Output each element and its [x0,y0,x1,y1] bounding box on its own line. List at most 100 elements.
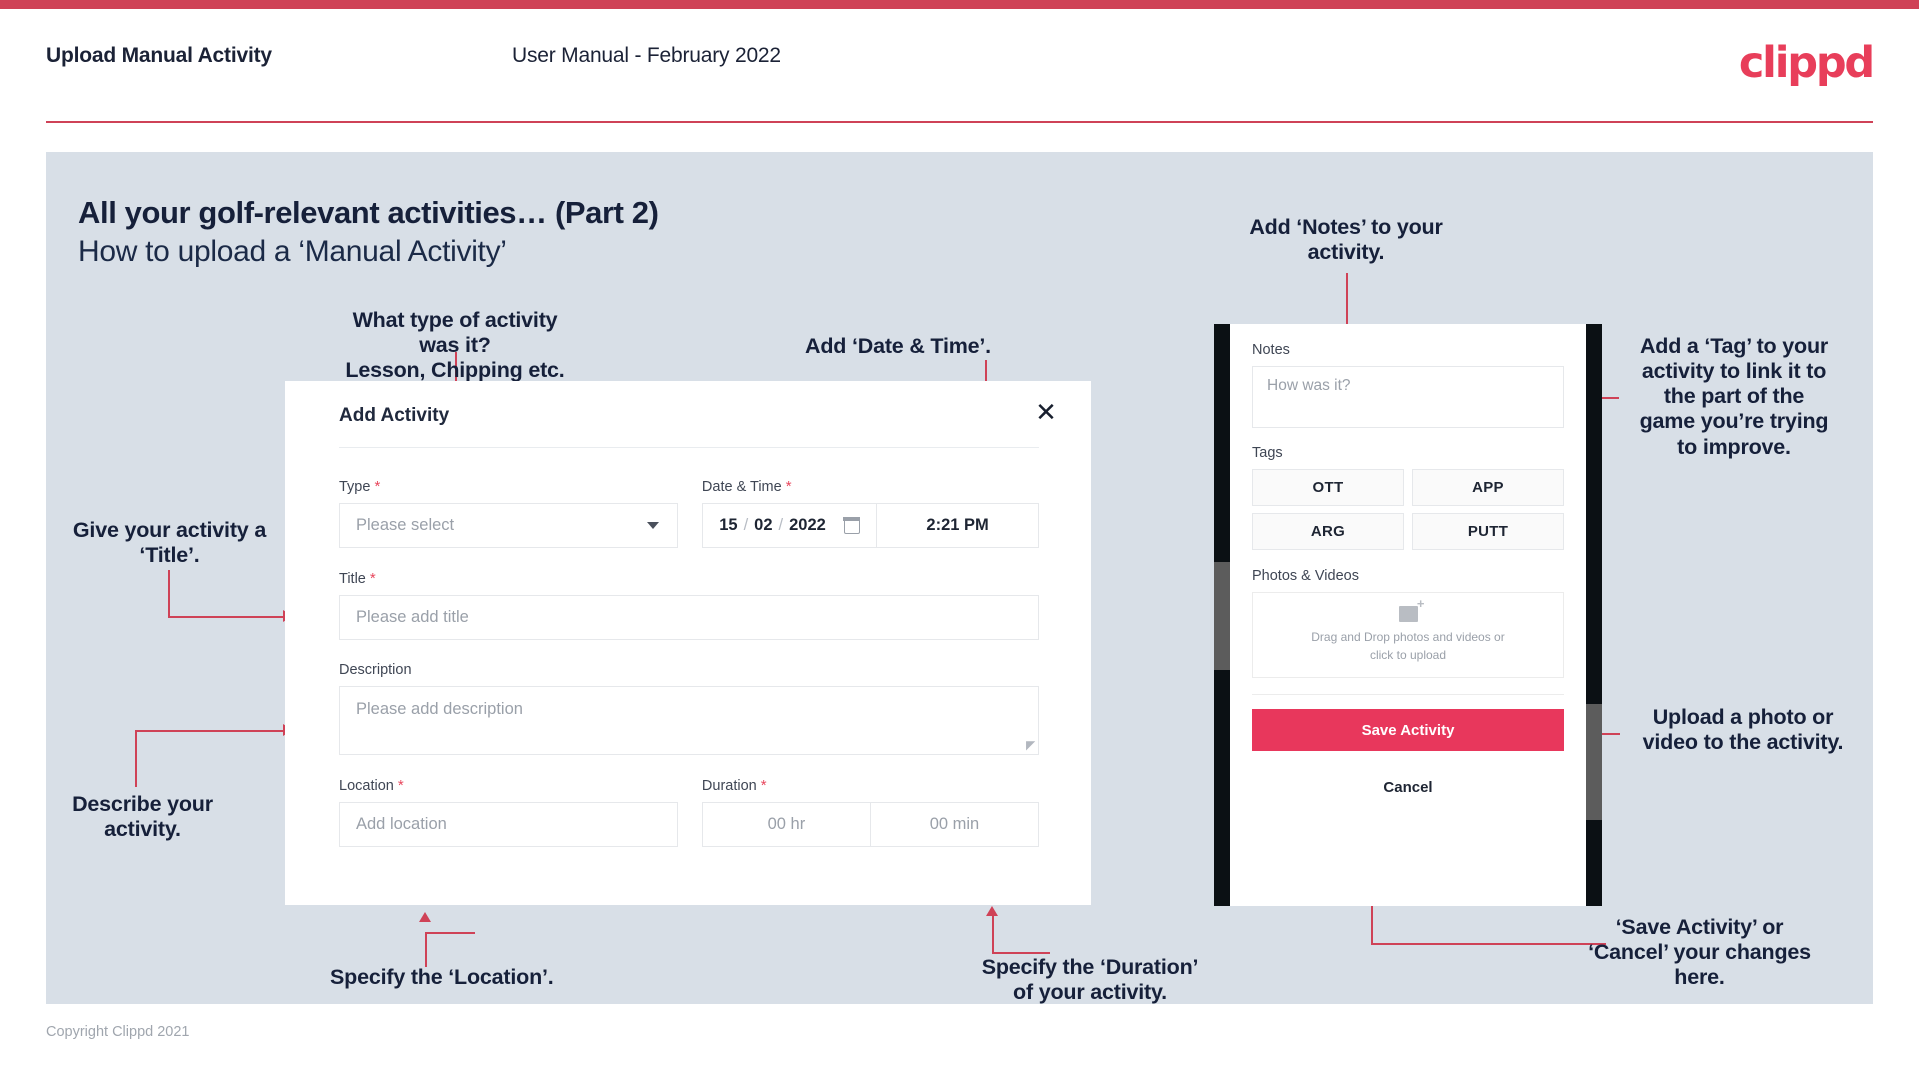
connector-location-seg2 [425,932,427,967]
modal-body: Type * Please select Date & Time * 15 / … [339,478,1039,847]
required-marker: * [369,570,376,587]
time-input[interactable]: 2:21 PM [877,504,1038,547]
connector-description-seg2 [135,730,285,732]
annotation-title: Give your activity a ‘Title’. [52,518,287,568]
field-description-label: Description [339,662,412,678]
annotation-save-line1: ‘Save Activity’ or [1615,915,1784,939]
annotation-notes-line2: activity. [1307,240,1385,265]
location-placeholder: Add location [356,815,447,833]
close-icon[interactable]: ✕ [1029,395,1063,429]
calendar-icon[interactable] [843,516,861,534]
tag-button-ott[interactable]: OTT [1252,469,1404,506]
field-description: Description Please add description ◥ [339,662,1039,755]
required-marker: * [760,777,767,794]
annotation-type-line1: What type of activity was it? [352,308,558,358]
annotation-save-line2: ‘Cancel’ your changes [1588,940,1811,965]
resize-handle-icon[interactable]: ◥ [1026,738,1035,752]
dropzone-text-line2: click to upload [1369,647,1447,662]
connector-duration-seg2 [992,916,994,954]
connector-duration-arrow [986,906,998,916]
tag-button-app[interactable]: APP [1412,469,1564,506]
connector-save-seg1 [1371,943,1606,945]
field-title-label: Title * [339,570,376,587]
duration-minutes-placeholder: 00 min [929,815,980,833]
document-subtitle: User Manual - February 2022 [512,44,781,67]
annotation-notes: Add ‘Notes’ to your activity. [1236,215,1456,265]
add-activity-modal: Add Activity ✕ Type * Please select Date… [285,381,1091,905]
annotation-notes-line1: Add ‘Notes’ to your [1249,215,1443,239]
type-select[interactable]: Please select [339,503,678,548]
duration-hours-placeholder: 00 hr [767,815,806,833]
annotation-tags-line4: game you’re trying [1639,409,1829,434]
slide-subheading: How to upload a ‘Manual Activity’ [78,235,507,268]
date-day: 15 [719,516,738,534]
annotation-duration: Specify the ‘Duration’ of your activity. [960,955,1220,1005]
annotation-duration-line2: of your activity. [1013,980,1167,1005]
form-row-location-duration: Location * Add location Duration * 00 hr… [339,777,1039,847]
location-input[interactable]: Add location [339,802,678,847]
annotation-description-line1: Describe your [72,792,213,816]
phone-divider [1252,694,1564,695]
duration-hours-input[interactable]: 00 hr [703,803,870,846]
phone-power-button-right [1586,704,1602,820]
photos-videos-label: Photos & Videos [1252,568,1359,584]
annotation-duration-line1: Specify the ‘Duration’ [981,955,1199,979]
modal-header: Add Activity ✕ [285,381,1091,447]
title-input[interactable]: Please add title [339,595,1039,640]
time-value: 2:21 PM [926,516,989,534]
annotation-tags-line5: to improve. [1677,434,1791,459]
tags-label: Tags [1252,445,1283,461]
tag-button-arg[interactable]: ARG [1252,513,1404,550]
cancel-button[interactable]: Cancel [1252,779,1564,796]
add-image-icon [1398,597,1424,623]
tag-button-putt[interactable]: PUTT [1412,513,1564,550]
field-duration: Duration * 00 hr 00 min [701,777,1039,847]
annotation-description-line2: activity. [104,817,181,842]
modal-header-divider [339,447,1039,448]
annotation-tags-line1: Add a ‘Tag’ to your [1639,334,1829,358]
save-activity-button[interactable]: Save Activity [1252,709,1564,751]
photo-dropzone[interactable]: Drag and Drop photos and videos or click… [1252,592,1564,678]
modal-title: Add Activity [339,405,450,426]
connector-title-seg2 [168,616,285,618]
date-month: 02 [754,516,773,534]
field-title: Title * Please add title [339,570,1039,640]
date-sep-1: / [743,516,749,534]
annotation-location: Specify the ‘Location’. [330,965,554,989]
annotation-description: Describe your activity. [40,792,245,842]
required-marker: * [785,478,792,495]
connector-duration-seg1 [992,952,1050,954]
title-input-placeholder: Please add title [356,608,469,626]
field-duration-label: Duration * [701,777,767,794]
footer-copyright: Copyright Clippd 2021 [46,1024,190,1040]
annotation-upload-line2: video to the activity. [1642,730,1844,755]
notes-label: Notes [1252,342,1290,358]
phone-volume-button-left [1214,562,1230,670]
notes-textarea[interactable]: How was it? [1252,366,1564,428]
dropzone-text: Drag and Drop photos and videos or click… [1311,629,1504,664]
clippd-logo: clippd [1738,38,1875,88]
date-input[interactable]: 15 / 02 / 2022 [703,504,878,547]
duration-minutes-input[interactable]: 00 min [869,803,1038,846]
phone-right-edge [1586,324,1602,906]
connector-location-arrow [419,912,431,922]
datetime-input-group: 15 / 02 / 2022 2:21 PM [701,503,1039,548]
field-datetime-label: Date & Time * [701,478,792,495]
annotation-type-line2: Lesson, Chipping etc. [345,358,565,383]
connector-location-seg1 [425,932,475,934]
notes-placeholder: How was it? [1267,377,1351,394]
annotation-upload: Upload a photo or video to the activity. [1628,705,1858,755]
description-textarea[interactable]: Please add description ◥ [339,686,1039,755]
annotation-title-line2: ‘Title’. [139,543,200,568]
chevron-down-icon [646,522,659,529]
description-placeholder: Please add description [356,700,523,718]
form-row-type-datetime: Type * Please select Date & Time * 15 / … [339,478,1039,548]
required-marker: * [374,478,381,495]
slide-heading: All your golf-relevant activities… (Part… [78,195,659,230]
field-type-label: Type * [339,478,381,495]
field-location-label: Location * [339,777,404,794]
annotation-type: What type of activity was it? Lesson, Ch… [335,308,575,383]
